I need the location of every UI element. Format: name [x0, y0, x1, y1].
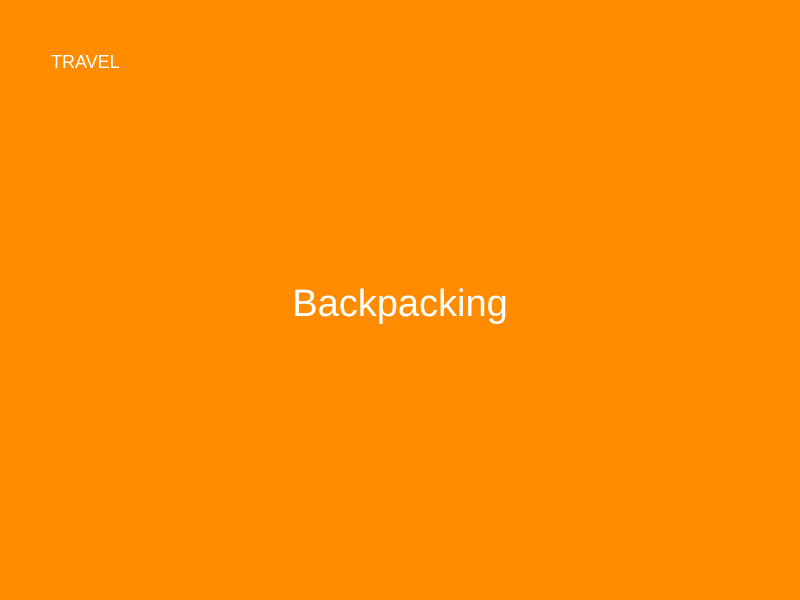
slide: TRAVEL Backpacking [0, 0, 800, 600]
category-label: TRAVEL [51, 52, 120, 72]
slide-title: Backpacking [292, 283, 508, 325]
